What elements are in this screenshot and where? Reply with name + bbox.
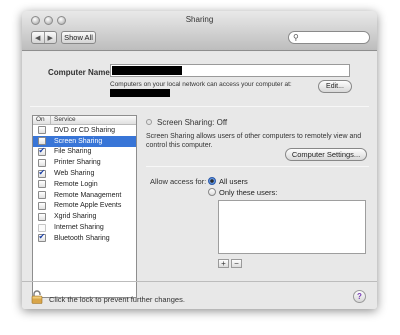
- service-checkbox-cell: [33, 146, 51, 156]
- service-checkbox-cell: [33, 223, 51, 232]
- allow-access-label: Allow access for:: [150, 177, 207, 186]
- remove-user-button[interactable]: −: [231, 259, 242, 268]
- service-checkbox[interactable]: [38, 223, 46, 232]
- lock-message: Click the lock to prevent further change…: [49, 295, 185, 304]
- redacted-computer-name: [112, 66, 182, 75]
- service-row[interactable]: Screen Sharing: [33, 135, 136, 147]
- service-name: Printer Sharing: [54, 159, 101, 167]
- service-name: DVD or CD Sharing: [54, 126, 116, 134]
- service-checkbox[interactable]: [38, 180, 46, 189]
- service-name: Screen Sharing: [54, 137, 103, 145]
- service-checkbox-cell: [33, 232, 51, 243]
- service-name: Bluetooth Sharing: [54, 234, 110, 242]
- service-row[interactable]: Remote Apple Events: [33, 201, 136, 212]
- service-checkbox[interactable]: [38, 191, 46, 200]
- search-field[interactable]: ⚲: [288, 31, 370, 44]
- service-checkbox-cell: [33, 212, 51, 221]
- header-on: On: [33, 116, 51, 124]
- service-checkbox[interactable]: [38, 146, 46, 156]
- service-checkbox-cell: [33, 168, 51, 178]
- service-name: Remote Management: [54, 191, 122, 199]
- service-checkbox-cell: [33, 201, 51, 210]
- search-icon: ⚲: [293, 33, 299, 42]
- divider: [22, 281, 377, 282]
- service-name: Remote Login: [54, 180, 98, 188]
- redacted-computer-address: [110, 89, 170, 97]
- title-bar: Sharing ◀ ▶ Show All ⚲: [22, 11, 377, 51]
- service-row[interactable]: Printer Sharing: [33, 157, 136, 168]
- service-checkbox[interactable]: [38, 168, 46, 178]
- service-list-header: On Service: [33, 116, 136, 125]
- window-title: Sharing: [185, 15, 214, 24]
- divider: [30, 106, 369, 107]
- sharing-pane: Computer Name: Computers on your local n…: [22, 52, 377, 309]
- service-row[interactable]: Internet Sharing: [33, 222, 136, 233]
- only-these-users-radio[interactable]: [208, 188, 216, 196]
- service-list[interactable]: On Service DVD or CD Sharing Screen Shari…: [32, 115, 137, 298]
- forward-button[interactable]: ▶: [45, 32, 57, 43]
- header-service: Service: [54, 116, 76, 123]
- computer-address-help: Computers on your local network can acce…: [110, 81, 292, 88]
- service-checkbox-cell: [33, 126, 51, 135]
- show-all-button[interactable]: Show All: [61, 31, 96, 44]
- service-checkbox[interactable]: [38, 137, 46, 146]
- service-checkbox-cell: [33, 137, 51, 146]
- back-button[interactable]: ◀: [32, 32, 45, 43]
- service-name: Xgrid Sharing: [54, 213, 97, 221]
- service-name: File Sharing: [54, 148, 92, 156]
- computer-name-field[interactable]: [110, 64, 350, 77]
- help-button[interactable]: ?: [353, 290, 366, 303]
- users-list[interactable]: [218, 200, 366, 254]
- all-users-radio[interactable]: [208, 177, 216, 185]
- all-users-label[interactable]: All users: [219, 177, 248, 186]
- service-status: Screen Sharing: Off: [157, 118, 228, 127]
- only-these-users-label[interactable]: Only these users:: [219, 188, 277, 197]
- service-checkbox-cell: [33, 180, 51, 189]
- service-row[interactable]: Remote Management: [33, 190, 136, 201]
- service-name: Internet Sharing: [54, 224, 104, 232]
- service-checkbox[interactable]: [38, 232, 46, 243]
- service-checkbox[interactable]: [38, 212, 46, 221]
- service-row[interactable]: Web Sharing: [33, 168, 136, 179]
- add-user-button[interactable]: +: [218, 259, 229, 268]
- lock-icon[interactable]: [31, 290, 43, 304]
- back-forward-control: ◀ ▶: [31, 31, 57, 44]
- service-checkbox-cell: [33, 158, 51, 167]
- service-name: Remote Apple Events: [54, 202, 122, 210]
- service-row[interactable]: Xgrid Sharing: [33, 211, 136, 222]
- service-row[interactable]: DVD or CD Sharing: [33, 125, 136, 136]
- status-indicator-icon: [146, 119, 152, 125]
- service-name: Web Sharing: [54, 170, 95, 178]
- service-checkbox[interactable]: [38, 201, 46, 210]
- service-row[interactable]: Remote Login: [33, 179, 136, 190]
- service-row[interactable]: Bluetooth Sharing: [33, 232, 136, 244]
- sharing-window: Sharing ◀ ▶ Show All ⚲ Computer Name: Co…: [22, 11, 377, 309]
- service-checkbox-cell: [33, 191, 51, 200]
- computer-name-label: Computer Name:: [48, 68, 113, 77]
- edit-button[interactable]: Edit...: [318, 80, 352, 93]
- service-checkbox[interactable]: [38, 126, 46, 135]
- service-row[interactable]: File Sharing: [33, 146, 136, 158]
- divider: [146, 166, 369, 167]
- service-checkbox[interactable]: [38, 158, 46, 167]
- computer-settings-button[interactable]: Computer Settings...: [285, 148, 367, 161]
